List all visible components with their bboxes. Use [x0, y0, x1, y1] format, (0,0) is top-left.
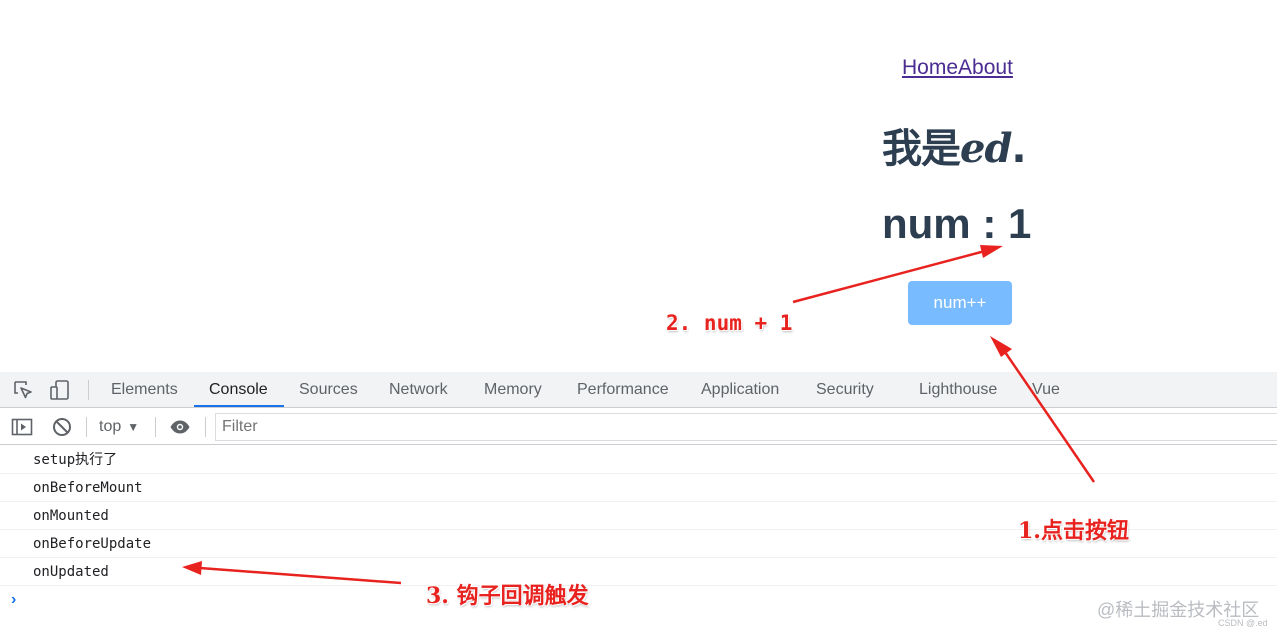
- console-prompt-icon[interactable]: ›: [11, 591, 16, 609]
- app-page: HomeAbout 我是ed. num : 1 num++: [0, 0, 1277, 372]
- annotation-step1: 1.点击按钮: [1018, 518, 1129, 544]
- active-tab-indicator: [194, 405, 284, 407]
- devtools-panel: Elements Console Sources Network Memory …: [0, 372, 1277, 637]
- nav-link-about[interactable]: About: [958, 56, 1013, 79]
- tab-network[interactable]: Network: [389, 372, 448, 408]
- title-italic: ed: [960, 125, 1012, 172]
- title-suffix: .: [1011, 126, 1026, 172]
- toolbar-divider: [155, 417, 156, 437]
- tab-application[interactable]: Application: [701, 372, 779, 408]
- tab-elements[interactable]: Elements: [111, 372, 178, 408]
- tab-security[interactable]: Security: [816, 372, 874, 408]
- tab-sources[interactable]: Sources: [299, 372, 358, 408]
- eye-icon[interactable]: [169, 416, 191, 438]
- title-prefix: 我是: [882, 126, 961, 172]
- device-toolbar-icon[interactable]: [49, 379, 71, 401]
- context-label: top: [99, 418, 122, 435]
- tabbar-divider: [88, 380, 89, 400]
- tab-performance[interactable]: Performance: [577, 372, 669, 408]
- nav-link-home[interactable]: Home: [902, 56, 958, 79]
- context-selector[interactable]: top ▼: [99, 409, 139, 445]
- page-title: 我是ed.: [882, 116, 1027, 174]
- annotation-step3: 3. 钩子回调触发: [426, 583, 589, 609]
- toolbar-divider: [205, 417, 206, 437]
- console-log-line: onBeforeMount: [0, 474, 1277, 502]
- console-log-line: setup执行了: [0, 446, 1277, 474]
- router-nav: HomeAbout: [902, 56, 1013, 80]
- devtools-tabbar: Elements Console Sources Network Memory …: [0, 372, 1277, 408]
- watermark-sub: CSDN @.ed: [1218, 618, 1268, 628]
- filter-input[interactable]: [215, 413, 1277, 441]
- tab-console[interactable]: Console: [209, 372, 268, 408]
- tab-lighthouse[interactable]: Lighthouse: [919, 372, 997, 408]
- sidebar-toggle-icon[interactable]: [11, 416, 33, 438]
- annotation-step2: 2. num + 1: [666, 311, 793, 335]
- console-toolbar: top ▼: [0, 409, 1277, 445]
- console-log-line: onUpdated: [0, 558, 1277, 586]
- tab-memory[interactable]: Memory: [484, 372, 542, 408]
- toolbar-divider: [86, 417, 87, 437]
- clear-console-icon[interactable]: [51, 416, 73, 438]
- increment-button[interactable]: num++: [908, 281, 1012, 325]
- caret-down-icon: ▼: [127, 420, 140, 434]
- tab-vue[interactable]: Vue: [1032, 372, 1060, 408]
- inspect-element-icon[interactable]: [12, 379, 34, 401]
- num-display: num : 1: [882, 200, 1032, 247]
